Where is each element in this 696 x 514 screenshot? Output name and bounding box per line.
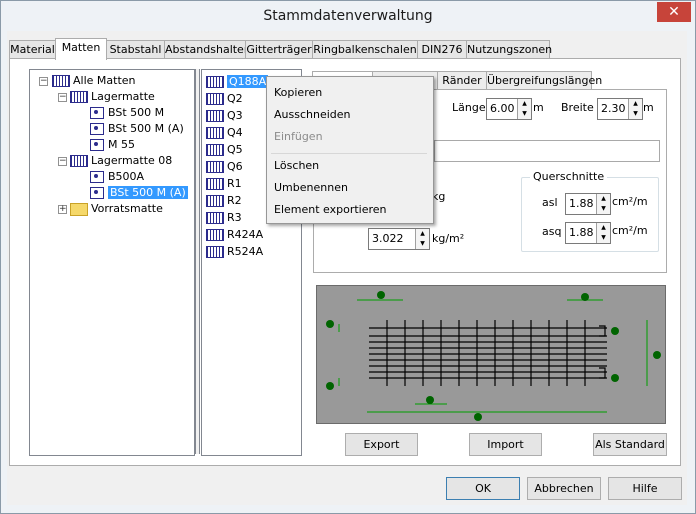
breite-spinner[interactable]: 2.30 ▲ ▼ <box>597 98 643 120</box>
import-button[interactable]: Import <box>469 433 542 456</box>
spin-arrows-icon[interactable]: ▲ ▼ <box>596 223 610 243</box>
mat-icon <box>206 229 224 241</box>
asl-label: asl <box>542 196 558 209</box>
mat-item-icon <box>90 123 104 135</box>
mat-icon <box>206 195 224 207</box>
tab-uebergreifungslaengen[interactable]: Übergreifungslängen <box>486 71 602 90</box>
list-item[interactable]: Q4 <box>206 124 243 141</box>
mat-item-icon <box>90 171 104 183</box>
mat-tree[interactable]: − Alle Matten − Lagermatte BSt 500 M BSt… <box>29 69 195 456</box>
laenge-spinner[interactable]: 6.00 ▲ ▼ <box>486 98 532 120</box>
mat-item-icon <box>90 187 104 199</box>
export-button[interactable]: Export <box>345 433 418 456</box>
tab-gittertraeger[interactable]: Gitterträger <box>245 40 313 59</box>
asq-unit: cm²/m <box>612 224 648 237</box>
als-standard-button[interactable]: Als Standard <box>593 433 667 456</box>
querschnitte-title: Querschnitte <box>530 170 608 183</box>
mat-icon <box>206 127 224 139</box>
tab-stabstahl[interactable]: Stabstahl <box>106 40 165 59</box>
menu-item-umbenennen[interactable]: Umbenennen <box>274 178 348 198</box>
mat-preview[interactable] <box>316 285 666 424</box>
tree-node-bst500m[interactable]: BSt 500 M <box>90 105 164 121</box>
help-button[interactable]: Hilfe <box>608 477 682 500</box>
tab-raender[interactable]: Ränder <box>437 71 487 90</box>
asl-spinner[interactable]: 1.88 ▲ ▼ <box>565 193 611 215</box>
context-menu: Kopieren Ausschneiden Einfügen Löschen U… <box>266 76 434 224</box>
asq-label: asq <box>542 225 562 238</box>
tab-nutzungszonen[interactable]: Nutzungszonen <box>466 40 552 59</box>
menu-separator <box>271 153 427 154</box>
laenge-unit: m <box>533 101 544 114</box>
tab-abstandshalter[interactable]: Abstandshalter <box>164 40 248 59</box>
description-field[interactable] <box>434 140 660 162</box>
tab-ringbalkenschalen[interactable]: Ringbalkenschalen <box>312 40 418 59</box>
spin-arrows-icon[interactable]: ▲ ▼ <box>517 99 531 119</box>
collapse-icon[interactable]: − <box>58 157 67 166</box>
title-bar: Stammdatenverwaltung ✕ <box>1 1 695 31</box>
menu-item-kopieren[interactable]: Kopieren <box>274 83 322 103</box>
breite-label: Breite : <box>561 101 601 114</box>
weight-kg-label: kg <box>432 190 446 203</box>
mat-icon <box>206 110 224 122</box>
dimension-lines <box>338 299 648 413</box>
mat-icon <box>70 155 88 167</box>
tree-node-lagermatte[interactable]: Lagermatte <box>70 89 155 105</box>
handle-markers <box>326 291 661 421</box>
cancel-button[interactable]: Abbrechen <box>527 477 601 500</box>
weight-unit: kg/m² <box>432 232 465 245</box>
mat-icon <box>206 76 224 88</box>
tree-node-bst500ma-selected[interactable]: BSt 500 M (A) <box>90 185 188 201</box>
mat-item-icon <box>90 107 104 119</box>
mat-icon <box>206 161 224 173</box>
mat-icon <box>206 212 224 224</box>
asq-spinner[interactable]: 1.88 ▲ ▼ <box>565 222 611 244</box>
breite-unit: m <box>643 101 654 114</box>
splitter[interactable] <box>195 69 200 454</box>
collapse-icon[interactable]: − <box>58 93 67 102</box>
list-item[interactable]: Q6 <box>206 158 243 175</box>
mat-icon <box>206 144 224 156</box>
spin-arrows-icon[interactable]: ▲ ▼ <box>415 229 429 249</box>
mat-icon <box>52 75 70 87</box>
menu-item-ausschneiden[interactable]: Ausschneiden <box>274 105 351 125</box>
close-button[interactable]: ✕ <box>657 2 691 22</box>
list-item[interactable]: R3 <box>206 209 242 226</box>
expand-icon[interactable]: + <box>58 205 67 214</box>
tab-material[interactable]: Material <box>9 40 56 59</box>
list-item[interactable]: R424A <box>206 226 263 243</box>
list-item[interactable]: R1 <box>206 175 242 192</box>
spin-arrows-icon[interactable]: ▲ ▼ <box>628 99 642 119</box>
list-item[interactable]: R2 <box>206 192 242 209</box>
list-item[interactable]: Q188A <box>206 73 269 90</box>
mat-icon <box>70 91 88 103</box>
weight-spinner[interactable]: 3.022 ▲ ▼ <box>368 228 430 250</box>
mat-icon <box>206 178 224 190</box>
folder-icon <box>70 202 88 216</box>
collapse-icon[interactable]: − <box>39 77 48 86</box>
list-item[interactable]: Q2 <box>206 90 243 107</box>
list-item[interactable]: R524A <box>206 243 263 260</box>
tab-matten[interactable]: Matten <box>55 38 107 60</box>
tree-node-b500a[interactable]: B500A <box>90 169 144 185</box>
tree-node-m55[interactable]: M 55 <box>90 137 135 153</box>
mat-icon <box>206 246 224 258</box>
tree-node-alle-matten[interactable]: Alle Matten <box>52 73 136 89</box>
tab-din276[interactable]: DIN276 <box>417 40 467 59</box>
list-item[interactable]: Q5 <box>206 141 243 158</box>
menu-item-element-exportieren[interactable]: Element exportieren <box>274 200 387 220</box>
ok-button[interactable]: OK <box>446 477 520 500</box>
mesh-bars <box>369 320 607 386</box>
tree-node-lagermatte08[interactable]: Lagermatte 08 <box>70 153 172 169</box>
tree-node-bst500ma[interactable]: BSt 500 M (A) <box>90 121 184 137</box>
list-item[interactable]: Q3 <box>206 107 243 124</box>
mat-icon <box>206 93 224 105</box>
mat-item-icon <box>90 139 104 151</box>
spin-arrows-icon[interactable]: ▲ ▼ <box>596 194 610 214</box>
menu-item-loeschen[interactable]: Löschen <box>274 156 319 176</box>
asl-unit: cm²/m <box>612 195 648 208</box>
window-title: Stammdatenverwaltung <box>263 8 433 24</box>
mat-drawing <box>326 291 661 421</box>
tree-node-vorratsmatte[interactable]: Vorratsmatte <box>70 201 163 217</box>
menu-item-einfuegen: Einfügen <box>274 130 323 143</box>
